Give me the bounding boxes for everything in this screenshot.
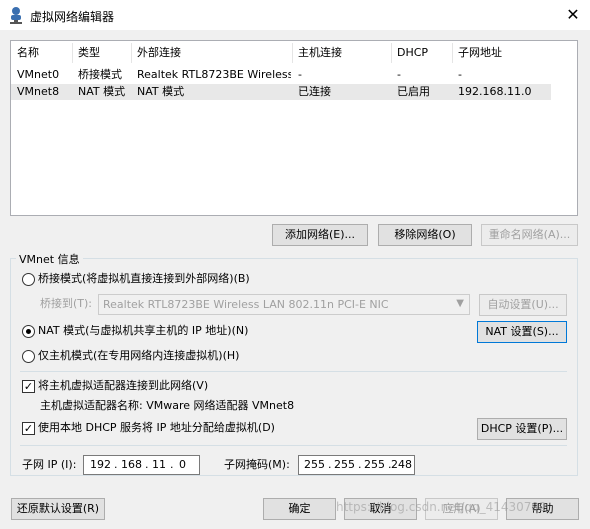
ip-dot: . — [114, 458, 118, 471]
ip-dot: . — [358, 458, 362, 471]
bridged-to-label: 桥接到(T): — [40, 297, 93, 310]
cell-type: 桥接模式 — [78, 68, 122, 81]
ip-octet: 11 — [152, 458, 166, 471]
vmnet-info-label: VMnet 信息 — [16, 251, 83, 267]
cell-host: 已连接 — [298, 85, 331, 98]
column-divider — [72, 43, 73, 63]
column-header-type[interactable]: 类型 — [78, 41, 100, 65]
cell-external: Realtek RTL8723BE Wireless... — [137, 68, 291, 81]
chevron-down-icon: ▼ — [456, 298, 464, 309]
bridged-radio[interactable] — [22, 273, 35, 286]
ip-octet: 0 — [179, 458, 186, 471]
cell-subnet: 192.168.11.0 — [458, 85, 532, 98]
host-only-radio-label[interactable]: 仅主机模式(在专用网络内连接虚拟机)(H) — [38, 349, 239, 363]
bridged-radio-label[interactable]: 桥接模式(将虚拟机直接连接到外部网络)(B) — [38, 272, 250, 286]
cell-dhcp: - — [397, 68, 401, 81]
ip-dot: . — [145, 458, 149, 471]
ip-octet: 168 — [121, 458, 142, 471]
subnet-mask-label: 子网掩码(M): — [224, 458, 290, 471]
column-divider — [452, 43, 453, 63]
vmnet-info-group — [10, 258, 578, 476]
ip-octet: 255 — [304, 458, 325, 471]
cell-name: VMnet0 — [17, 68, 60, 81]
cancel-button[interactable]: 取消 — [344, 498, 417, 520]
nat-radio-label[interactable]: NAT 模式(与虚拟机共享主机的 IP 地址)(N) — [38, 324, 248, 338]
title-bar: 虚拟网络编辑器 ✕ — [0, 0, 590, 30]
ip-octet: 255 — [364, 458, 385, 471]
restore-defaults-button[interactable]: 还原默认设置(R) — [11, 498, 105, 520]
radio-selected-dot — [26, 329, 31, 334]
dhcp-label[interactable]: 使用本地 DHCP 服务将 IP 地址分配给虚拟机(D) — [38, 421, 275, 435]
network-list[interactable]: 名称 类型 外部连接 主机连接 DHCP 子网地址 VMnet0 桥接模式 Re… — [10, 40, 578, 216]
ip-dot: . — [328, 458, 332, 471]
column-divider — [292, 43, 293, 63]
ip-octet: 255 — [334, 458, 355, 471]
ip-octet: 192 — [90, 458, 111, 471]
bridged-to-select[interactable]: Realtek RTL8723BE Wireless LAN 802.11n P… — [98, 294, 470, 315]
window-title: 虚拟网络编辑器 — [30, 10, 115, 24]
table-row-selected[interactable]: VMnet8 NAT 模式 NAT 模式 已连接 已启用 192.168.11.… — [11, 84, 551, 100]
network-user-icon — [10, 7, 22, 24]
nat-radio[interactable] — [22, 325, 35, 338]
subnet-ip-input[interactable]: 192 . 168 . 11 . 0 — [83, 455, 200, 475]
ok-button[interactable]: 确定 — [263, 498, 336, 520]
connect-adapter-checkbox[interactable]: ✓ — [22, 380, 35, 393]
ip-octet: 248 — [391, 458, 412, 471]
cell-subnet: - — [458, 68, 462, 81]
column-header-host[interactable]: 主机连接 — [298, 41, 342, 65]
help-button[interactable]: 帮助 — [506, 498, 579, 520]
dhcp-checkbox[interactable]: ✓ — [22, 422, 35, 435]
host-only-radio[interactable] — [22, 350, 35, 363]
column-header-dhcp[interactable]: DHCP — [397, 41, 428, 65]
subnet-ip-label: 子网 IP (I): — [22, 458, 77, 471]
apply-button[interactable]: 应用(A) — [425, 498, 498, 520]
cell-external: NAT 模式 — [137, 85, 185, 98]
add-network-button[interactable]: 添加网络(E)... — [272, 224, 368, 246]
ip-dot: . — [170, 458, 174, 471]
close-icon[interactable]: ✕ — [558, 2, 588, 28]
remove-network-button[interactable]: 移除网络(O) — [378, 224, 472, 246]
cell-host: - — [298, 68, 302, 81]
cell-dhcp: 已启用 — [397, 85, 430, 98]
table-row[interactable]: VMnet0 桥接模式 Realtek RTL8723BE Wireless..… — [11, 67, 551, 83]
subnet-mask-input[interactable]: 255 . 255 . 255 . 248 — [298, 455, 415, 475]
adapter-name-label: 主机虚拟适配器名称: VMware 网络适配器 VMnet8 — [40, 399, 295, 412]
divider — [20, 371, 567, 372]
connect-adapter-label[interactable]: 将主机虚拟适配器连接到此网络(V) — [38, 379, 208, 393]
divider — [20, 445, 567, 446]
column-header-subnet[interactable]: 子网地址 — [458, 41, 502, 65]
rename-network-button[interactable]: 重命名网络(A)... — [481, 224, 578, 246]
nat-settings-button[interactable]: NAT 设置(S)... — [477, 321, 567, 343]
cell-name: VMnet8 — [17, 85, 60, 98]
column-header-name[interactable]: 名称 — [17, 41, 39, 65]
cell-type: NAT 模式 — [78, 85, 126, 98]
column-header-external[interactable]: 外部连接 — [137, 41, 181, 65]
column-divider — [391, 43, 392, 63]
auto-settings-button[interactable]: 自动设置(U)... — [479, 294, 567, 316]
bridged-to-value: Realtek RTL8723BE Wireless LAN 802.11n P… — [103, 298, 389, 311]
column-divider — [131, 43, 132, 63]
dhcp-settings-button[interactable]: DHCP 设置(P)... — [477, 418, 567, 440]
